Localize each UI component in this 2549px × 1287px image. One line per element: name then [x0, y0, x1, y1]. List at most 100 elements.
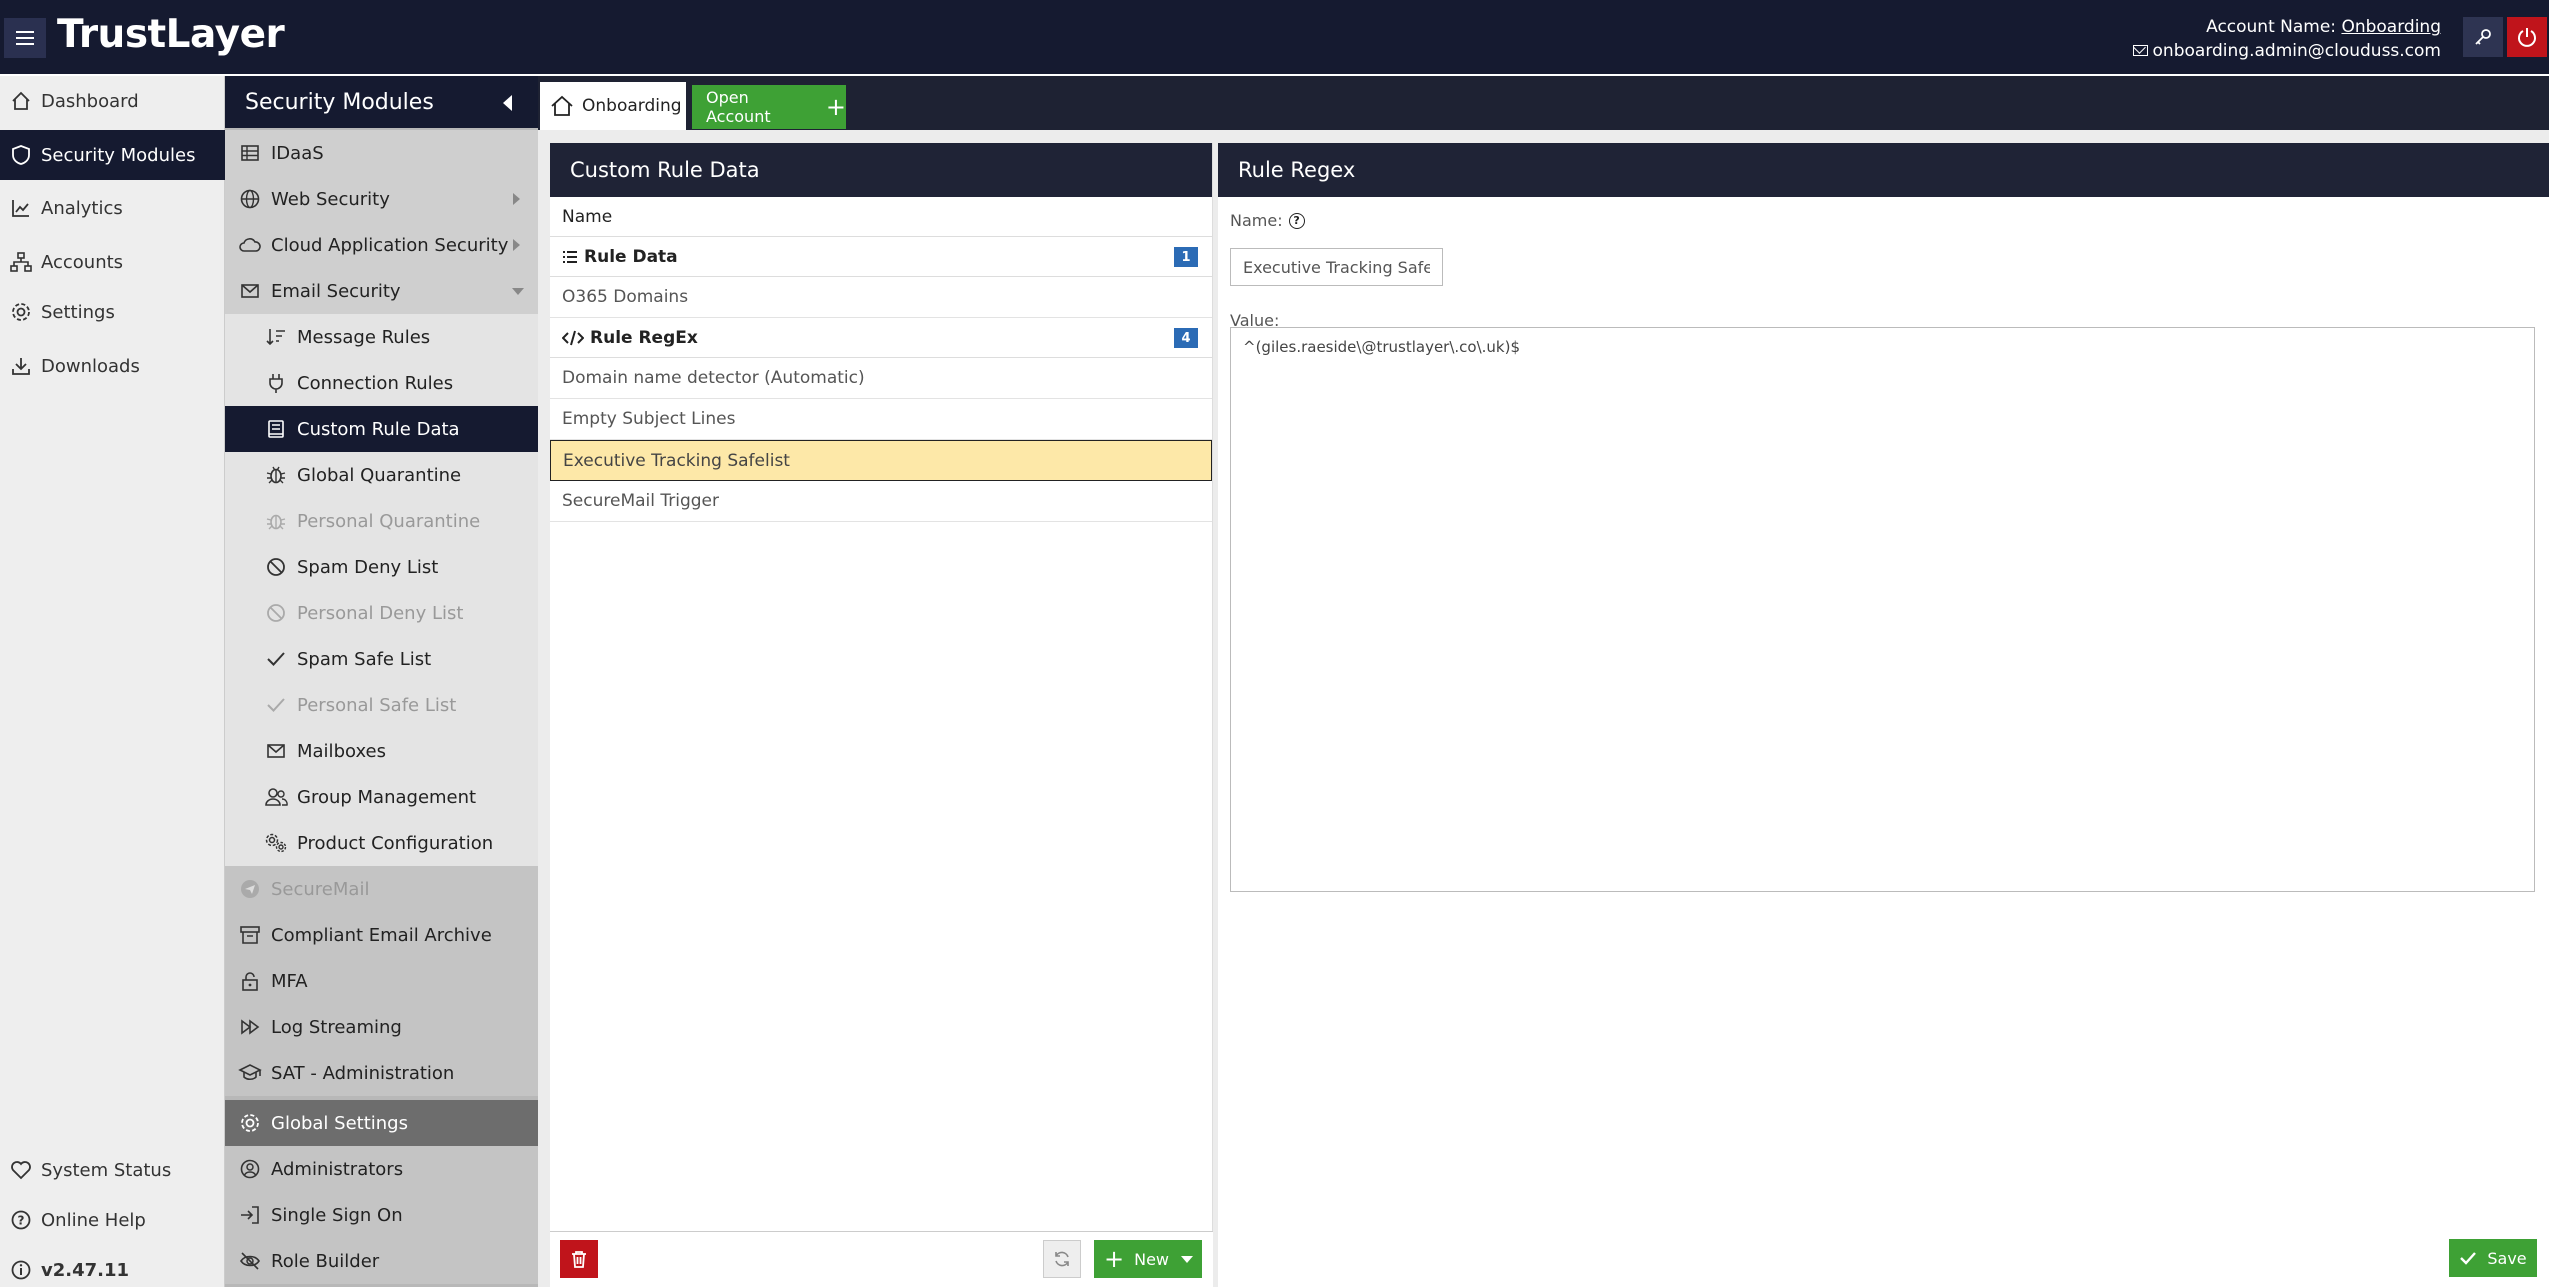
gear-icon: [237, 1110, 263, 1136]
group-rule-regex[interactable]: Rule RegEx 4: [550, 318, 1212, 358]
list-item[interactable]: SecureMail Trigger: [550, 481, 1212, 522]
module-label: Global Settings: [271, 1112, 408, 1134]
collapse-panel-icon[interactable]: [503, 95, 512, 111]
module-cloud-app-security[interactable]: Cloud Application Security: [225, 222, 538, 268]
send-icon: [237, 876, 263, 902]
module-spam-safe-list[interactable]: Spam Safe List: [225, 636, 538, 682]
nav-online-help[interactable]: ? Online Help: [0, 1195, 225, 1245]
module-label: IDaaS: [271, 142, 324, 164]
expand-arrow-icon: [513, 239, 520, 251]
module-label: Email Security: [271, 280, 401, 302]
list-item-selected[interactable]: Executive Tracking Safelist: [550, 440, 1212, 481]
gear-icon: [8, 299, 34, 325]
module-message-rules[interactable]: Message Rules: [225, 314, 538, 360]
modules-header: Security Modules: [225, 76, 538, 128]
module-log-streaming[interactable]: Log Streaming: [225, 1004, 538, 1050]
home-icon: [550, 95, 574, 117]
name-field-label: Name: ?: [1230, 211, 1305, 230]
module-spam-deny-list[interactable]: Spam Deny List: [225, 544, 538, 590]
module-custom-rule-data[interactable]: Custom Rule Data: [225, 406, 538, 452]
refresh-button[interactable]: [1043, 1240, 1081, 1278]
list-item[interactable]: Domain name detector (Automatic): [550, 358, 1212, 399]
module-sat-administration[interactable]: SAT - Administration: [225, 1050, 538, 1096]
name-input[interactable]: [1230, 248, 1443, 286]
open-account-button[interactable]: Open Account +: [692, 85, 846, 129]
module-connection-rules[interactable]: Connection Rules: [225, 360, 538, 406]
nav-security-modules[interactable]: Security Modules: [0, 130, 225, 180]
module-label: Global Quarantine: [297, 464, 462, 486]
new-button[interactable]: + New: [1094, 1240, 1202, 1278]
module-product-configuration[interactable]: Product Configuration: [225, 820, 538, 866]
module-email-security[interactable]: Email Security: [225, 268, 538, 314]
tab-onboarding[interactable]: Onboarding: [540, 82, 686, 130]
users-icon: [263, 784, 289, 810]
account-label: Account Name:: [2206, 17, 2337, 37]
nav-label: System Status: [41, 1159, 172, 1181]
nav-analytics[interactable]: Analytics: [0, 183, 225, 233]
help-icon[interactable]: ?: [1288, 212, 1305, 229]
logout-button[interactable]: [2507, 17, 2547, 57]
column-header-name[interactable]: Name: [550, 197, 1212, 237]
module-label: SAT - Administration: [271, 1062, 455, 1084]
sitemap-icon: [8, 249, 34, 275]
archive-icon: [237, 922, 263, 948]
brand-logo: TrustLayer: [57, 12, 285, 57]
fast-forward-icon: [237, 1014, 263, 1040]
module-label: Mailboxes: [297, 740, 386, 762]
module-administrators[interactable]: Administrators: [225, 1146, 538, 1192]
group-label: Rule RegEx: [590, 327, 698, 348]
version-info: v2.47.11: [0, 1245, 225, 1287]
group-rule-data[interactable]: Rule Data 1: [550, 237, 1212, 277]
module-web-security[interactable]: Web Security: [225, 176, 538, 222]
check-icon: [2459, 1250, 2477, 1266]
svg-text:?: ?: [18, 1214, 25, 1228]
nav-settings[interactable]: Settings: [0, 287, 225, 337]
module-label: Spam Deny List: [297, 556, 439, 578]
module-label: Spam Safe List: [297, 648, 432, 670]
module-label: Message Rules: [297, 326, 431, 348]
value-textarea[interactable]: ^(giles.raeside\@trustlayer\.co\.uk)$: [1230, 327, 2535, 892]
module-global-quarantine[interactable]: Global Quarantine: [225, 452, 538, 498]
nav-system-status[interactable]: System Status: [0, 1145, 225, 1195]
tab-bar: Onboarding Open Account +: [538, 76, 2549, 130]
count-badge: 1: [1174, 247, 1198, 267]
hamburger-icon: [16, 37, 34, 39]
nav-downloads[interactable]: Downloads: [0, 341, 225, 391]
code-icon: [562, 330, 584, 346]
module-label: Web Security: [271, 188, 390, 210]
module-group-management[interactable]: Group Management: [225, 774, 538, 820]
module-global-settings[interactable]: Global Settings: [225, 1100, 538, 1146]
panel-toolbar: + New: [550, 1231, 1213, 1287]
module-compliant-email-archive[interactable]: Compliant Email Archive: [225, 912, 538, 958]
modules-title: Security Modules: [245, 89, 434, 115]
module-mfa[interactable]: MFA: [225, 958, 538, 1004]
save-button[interactable]: Save: [2449, 1239, 2537, 1277]
module-role-builder[interactable]: Role Builder: [225, 1238, 538, 1284]
nav-label: Online Help: [41, 1209, 146, 1231]
list-item[interactable]: O365 Domains: [550, 277, 1212, 318]
module-label: Personal Safe List: [297, 694, 457, 716]
nav-accounts[interactable]: Accounts: [0, 237, 225, 287]
module-idaas[interactable]: IDaaS: [225, 130, 538, 176]
cloud-icon: [237, 232, 263, 258]
menu-toggle-button[interactable]: [4, 18, 46, 58]
main-content: Custom Rule Data Name Rule Data 1 O365 D…: [538, 130, 2549, 1287]
account-info: Account Name: Onboarding onboarding.admi…: [2132, 15, 2441, 63]
module-single-sign-on[interactable]: Single Sign On: [225, 1192, 538, 1238]
module-mailboxes[interactable]: Mailboxes: [225, 728, 538, 774]
account-name-link[interactable]: Onboarding: [2341, 17, 2441, 37]
save-label: Save: [2487, 1248, 2527, 1268]
module-label: MFA: [271, 970, 308, 992]
module-label: Connection Rules: [297, 372, 454, 394]
key-button[interactable]: [2463, 17, 2503, 57]
module-label: Log Streaming: [271, 1016, 402, 1038]
question-icon: ?: [8, 1207, 34, 1233]
list-icon: [562, 249, 578, 265]
caret-down-icon[interactable]: [1181, 1255, 1194, 1263]
bug-icon: [263, 462, 289, 488]
power-icon: [2518, 28, 2536, 47]
nav-dashboard[interactable]: Dashboard: [0, 76, 225, 126]
group-label: Rule Data: [584, 246, 678, 267]
list-item[interactable]: Empty Subject Lines: [550, 399, 1212, 440]
delete-button[interactable]: [560, 1240, 598, 1278]
